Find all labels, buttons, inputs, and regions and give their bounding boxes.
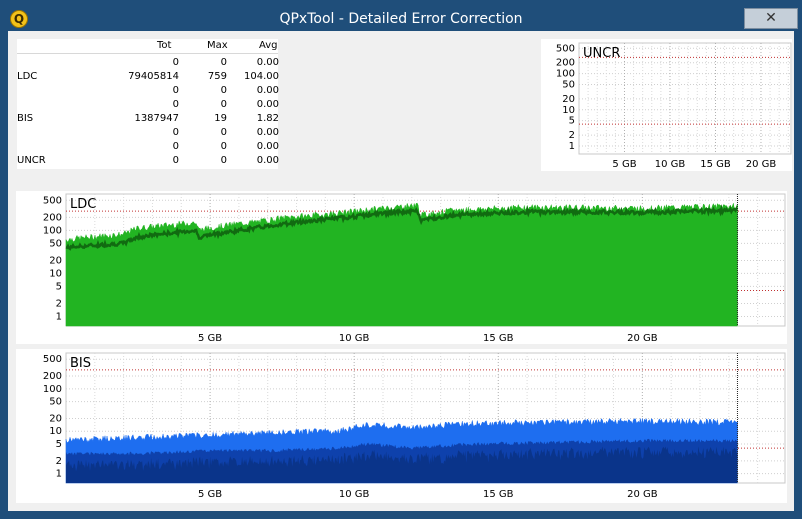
stats-row-tot: 0 [172, 99, 179, 110]
y-tick-label: 5 [569, 116, 575, 127]
uncr-chart-svg: 5002001005020105215 GB 10 GB 15 GB 20 GBUNC… [556, 42, 792, 170]
y-tick-label: 200 [43, 371, 62, 382]
stats-row-tot: 0 [172, 141, 179, 152]
stats-row: BIS 1387947 19 1.82 [17, 113, 279, 127]
y-tick-label: 2 [56, 456, 62, 467]
stats-row-tot: 0 [172, 155, 179, 166]
y-tick-label: 10 [49, 426, 62, 437]
stats-row-avg: 0.00 [256, 127, 279, 138]
x-tick-label: 15 GB [700, 159, 731, 170]
stats-row-tot: 0 [172, 85, 179, 96]
x-tick-label: 20 GB [627, 489, 658, 500]
close-button[interactable]: ✕ [744, 8, 798, 29]
stats-row-label: UNCR [17, 155, 46, 166]
column-header-tot: Tot [157, 40, 172, 51]
y-tick-label: 2 [56, 298, 62, 309]
chart-title: BIS [70, 356, 91, 371]
window-title: QPxTool - Detailed Error Correction [279, 11, 523, 27]
y-tick-label: 100 [556, 69, 575, 80]
y-tick-label: 200 [43, 212, 62, 223]
stats-row: 0 0 0.00 [17, 57, 279, 71]
stats-row-max: 0 [220, 127, 227, 138]
stats-row-max: 759 [207, 71, 227, 82]
x-tick-label: 5 GB [612, 159, 636, 170]
stats-row: 0 0 0.00 [17, 127, 279, 141]
stats-row-label: BIS [17, 113, 34, 124]
x-tick-label: 10 GB [339, 489, 370, 500]
x-tick-label: 10 GB [655, 159, 686, 170]
y-tick-label: 200 [556, 58, 575, 69]
stats-row-max: 0 [220, 57, 227, 68]
bis-chart-svg: 5002001005020105215 GB 10 GB 15 GB 20 GBBIS [43, 352, 786, 500]
y-tick-label: 10 [49, 268, 62, 279]
y-tick-label: 500 [556, 43, 575, 54]
y-tick-label: 50 [49, 238, 62, 249]
client-area: Tot Max Avg 0 0 0.00 LDC 79405814 759 104.00 0 0… [8, 31, 794, 511]
stats-row: 0 0 0.00 [17, 85, 279, 99]
stats-row-tot: 0 [172, 57, 179, 68]
x-tick-label: 10 GB [339, 333, 370, 344]
x-tick-label: 15 GB [483, 333, 514, 344]
y-tick-label: 1 [56, 469, 62, 480]
stats-row-label: LDC [17, 71, 38, 82]
y-tick-label: 50 [49, 397, 62, 408]
qpxtool-window: Q QPxTool - Detailed Error Correction ✕ … [0, 0, 802, 519]
x-tick-label: 5 GB [198, 489, 222, 500]
stats-row: 0 0 0.00 [17, 141, 279, 155]
y-tick-label: 20 [49, 255, 62, 266]
stats-row: UNCR 0 0 0.00 [17, 155, 279, 169]
stats-row-max: 0 [220, 85, 227, 96]
stats-row-avg: 0.00 [256, 155, 279, 166]
stats-row: 0 0 0.00 [17, 99, 279, 113]
bis-chart: 500 200 100 50 20 10 5 2 1 5 GB 10 GB 15 GB 20 GB BIS [16, 349, 787, 503]
stats-row-avg: 0.00 [256, 141, 279, 152]
header-divider [17, 53, 278, 54]
y-tick-label: 1 [569, 141, 575, 152]
y-tick-label: 50 [562, 79, 575, 90]
stats-row-max: 19 [214, 113, 227, 124]
y-tick-label: 5 [56, 281, 62, 292]
ldc-chart-svg: 5002001005020105215 GB 10 GB 15 GB 20 GBLDC [43, 193, 786, 344]
stats-row-avg: 0.00 [256, 57, 279, 68]
stats-row-avg: 1.82 [256, 113, 279, 124]
stats-row: LDC 79405814 759 104.00 [17, 71, 279, 85]
y-tick-label: 500 [43, 354, 62, 365]
y-tick-label: 5 [56, 439, 62, 450]
column-header-avg: Avg [259, 40, 278, 51]
y-tick-label: 1 [56, 311, 62, 322]
y-tick-label: 20 [562, 94, 575, 105]
chart-title: LDC [70, 197, 96, 212]
stats-row-avg: 104.00 [244, 71, 279, 82]
error-stats-table: Tot Max Avg 0 0 0.00 LDC 79405814 759 104.00 0 0… [17, 39, 279, 169]
x-tick-label: 5 GB [198, 333, 222, 344]
stats-row-avg: 0.00 [256, 99, 279, 110]
stats-row-tot: 79405814 [128, 71, 179, 82]
stats-row-avg: 0.00 [256, 85, 279, 96]
x-tick-label: 20 GB [746, 159, 777, 170]
uncr-chart: 500 200 100 50 20 10 5 2 1 5 GB 10 GB 15 GB 20 GB UNC… [541, 39, 792, 171]
stats-row-max: 0 [220, 99, 227, 110]
x-tick-label: 20 GB [627, 333, 658, 344]
stats-row-max: 0 [220, 141, 227, 152]
y-tick-label: 2 [569, 130, 575, 141]
x-tick-label: 15 GB [483, 489, 514, 500]
chart-title: UNCR [583, 46, 620, 61]
y-tick-label: 20 [49, 413, 62, 424]
stats-row-tot: 1387947 [134, 113, 179, 124]
column-header-max: Max [207, 40, 228, 51]
y-tick-label: 10 [562, 105, 575, 116]
y-tick-label: 500 [43, 195, 62, 206]
y-tick-label: 100 [43, 384, 62, 395]
y-tick-label: 100 [43, 225, 62, 236]
stats-row-max: 0 [220, 155, 227, 166]
ldc-chart: 500 200 100 50 20 10 5 2 1 5 GB 10 GB 15 GB 20 GB LDC [16, 191, 787, 344]
stats-row-tot: 0 [172, 127, 179, 138]
